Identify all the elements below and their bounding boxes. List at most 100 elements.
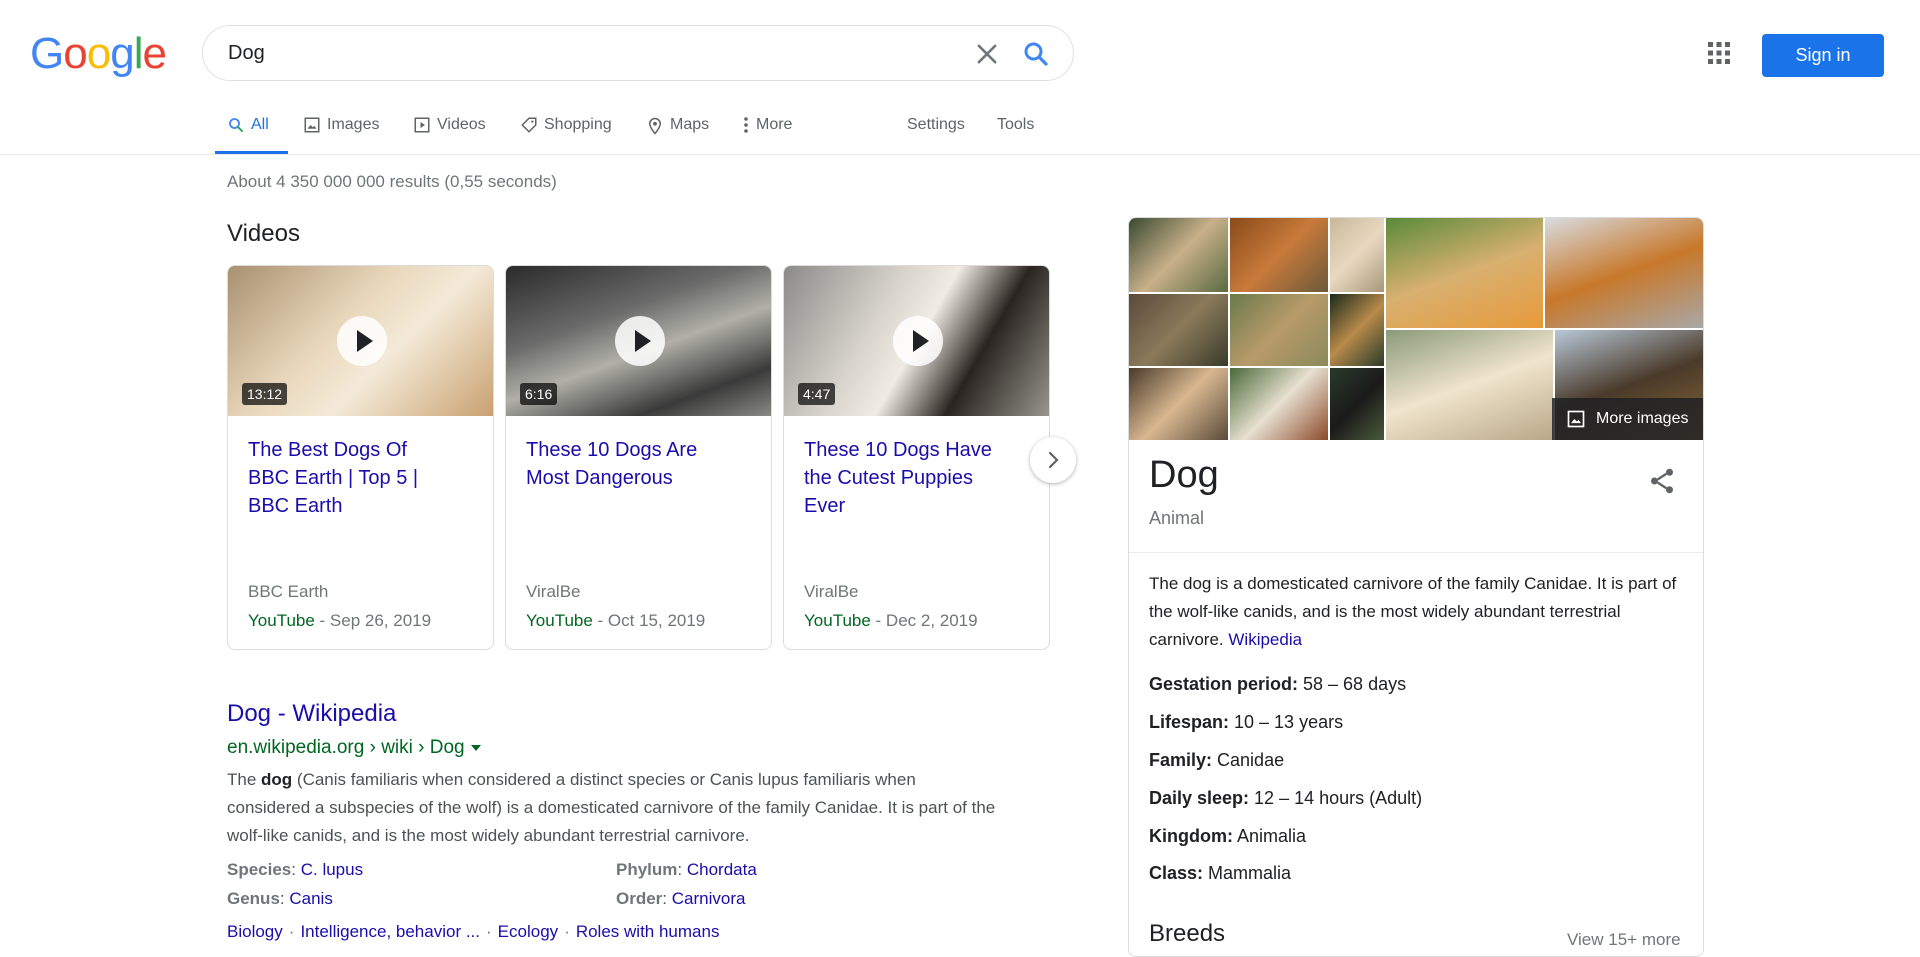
video-title[interactable]: These 10 Dogs Are Most Dangerous (526, 436, 726, 492)
link-separator: · (564, 922, 570, 941)
panel-fact: Family: Canidae (1149, 750, 1284, 771)
dog-image[interactable] (1129, 294, 1228, 366)
result-url[interactable]: en.wikipedia.org › wiki › Dog (227, 737, 482, 759)
video-card[interactable]: 6:16 These 10 Dogs Are Most Dangerous Vi… (505, 265, 772, 650)
snippet-pre: The (227, 770, 262, 789)
tab-maps[interactable]: Maps (646, 116, 709, 154)
tab-more-label: More (756, 116, 793, 133)
tab-more[interactable]: More (742, 116, 792, 154)
video-title[interactable]: The Best Dogs Of BBC Earth | Top 5 | BBC… (248, 436, 448, 520)
tab-images-label: Images (327, 116, 380, 133)
map-pin-icon (648, 117, 662, 135)
view-more-breeds-link[interactable]: View 15+ more (1567, 930, 1681, 950)
fact-value-link[interactable]: Chordata (687, 860, 757, 879)
panel-fact: Lifespan: 10 – 13 years (1149, 712, 1343, 733)
tab-settings-label: Settings (907, 116, 965, 133)
dog-image[interactable] (1230, 368, 1328, 440)
tab-tools-label: Tools (997, 116, 1035, 133)
play-icon[interactable] (615, 316, 665, 366)
sitelink[interactable]: Roles with humans (576, 922, 720, 941)
tab-settings[interactable]: Settings (907, 116, 965, 154)
panel-fact-label[interactable]: Gestation period: (1149, 674, 1298, 694)
panel-fact-value[interactable]: Canidae (1212, 750, 1284, 770)
video-card[interactable]: 13:12 The Best Dogs Of BBC Earth | Top 5… (227, 265, 494, 650)
panel-fact-label[interactable]: Class: (1149, 863, 1203, 883)
panel-divider (1129, 552, 1703, 553)
knowledge-panel: More images Dog Animal The dog is a dome… (1128, 217, 1704, 957)
panel-fact-value[interactable]: Animalia (1233, 826, 1306, 846)
play-icon[interactable] (337, 316, 387, 366)
video-card[interactable]: 4:47 These 10 Dogs Have the Cutest Puppi… (783, 265, 1050, 650)
caret-down-icon[interactable] (470, 743, 482, 753)
sign-in-button[interactable]: Sign in (1762, 34, 1884, 77)
videos-heading: Videos (227, 220, 300, 247)
video-duration: 13:12 (242, 383, 288, 405)
result-sitelinks: Biology · Intelligence, behavior ... · Ecolo… (227, 922, 719, 942)
link-separator: · (486, 922, 492, 941)
tab-tools[interactable]: Tools (997, 116, 1034, 154)
dog-image[interactable] (1129, 368, 1228, 440)
result-title-link[interactable]: Dog - Wikipedia (227, 700, 396, 728)
dog-image[interactable] (1230, 218, 1328, 292)
panel-fact-label[interactable]: Family: (1149, 750, 1212, 770)
next-videos-button[interactable] (1030, 437, 1076, 483)
dog-image[interactable] (1386, 218, 1543, 328)
panel-subtitle: Animal (1149, 508, 1205, 528)
apps-grid-icon[interactable] (1706, 40, 1732, 66)
google-logo[interactable]: Google (30, 32, 167, 76)
search-tabs: All Images Videos Shopping Maps More Set… (0, 104, 1920, 155)
tab-all[interactable]: All (227, 116, 269, 154)
dog-image[interactable] (1330, 368, 1384, 440)
dog-image[interactable] (1330, 294, 1384, 366)
dog-image[interactable] (1230, 294, 1328, 366)
video-meta: YouTube - Dec 2, 2019 (804, 611, 978, 631)
play-icon[interactable] (893, 316, 943, 366)
tab-images[interactable]: Images (303, 116, 379, 154)
image-icon (304, 117, 320, 133)
panel-description: The dog is a domesticated carnivore of t… (1149, 570, 1684, 654)
panel-fact: Gestation period: 58 – 68 days (1149, 674, 1406, 695)
search-icon[interactable] (1021, 39, 1051, 69)
search-box[interactable] (202, 25, 1074, 81)
video-source: BBC Earth (248, 582, 329, 601)
sitelink[interactable]: Intelligence, behavior ... (300, 922, 480, 941)
tab-all-label: All (251, 116, 269, 133)
dog-image[interactable] (1545, 218, 1703, 328)
fact-value-link[interactable]: C. lupus (301, 860, 363, 879)
panel-fact-label[interactable]: Lifespan: (1149, 712, 1229, 732)
video-date: Dec 2, 2019 (885, 611, 978, 630)
video-platform: YouTube (804, 611, 871, 630)
result-fact-order: Order: Carnivora (616, 889, 745, 909)
tab-videos-label: Videos (437, 116, 486, 133)
panel-fact: Daily sleep: 12 – 14 hours (Adult) (1149, 788, 1422, 809)
tab-maps-label: Maps (670, 116, 710, 133)
result-fact-genus: Genus: Canis (227, 889, 333, 909)
link-separator: · (288, 922, 295, 941)
more-images-button[interactable]: More images (1552, 398, 1703, 440)
sitelink[interactable]: Biology (227, 922, 283, 941)
panel-fact-value: 58 – 68 days (1298, 674, 1407, 694)
more-images-label: More images (1596, 410, 1689, 427)
fact-value-link[interactable]: Canis (289, 889, 332, 908)
clear-search-icon[interactable] (973, 40, 1001, 68)
wikipedia-link[interactable]: Wikipedia (1228, 630, 1302, 649)
share-icon[interactable] (1647, 466, 1677, 496)
dog-image[interactable] (1129, 218, 1228, 292)
tab-videos[interactable]: Videos (413, 116, 486, 154)
fact-separator: : (291, 860, 301, 879)
fact-value-link[interactable]: Carnivora (672, 889, 746, 908)
panel-fact-label[interactable]: Kingdom: (1149, 826, 1233, 846)
dog-image[interactable] (1330, 218, 1384, 292)
panel-fact-value[interactable]: Mammalia (1203, 863, 1291, 883)
tab-shopping[interactable]: Shopping (520, 116, 612, 154)
date-separator: - (870, 611, 886, 630)
video-duration: 6:16 (520, 383, 558, 405)
dog-image[interactable] (1386, 330, 1553, 440)
video-title[interactable]: These 10 Dogs Have the Cutest Puppies Ev… (804, 436, 1004, 520)
panel-fact-label[interactable]: Daily sleep: (1149, 788, 1249, 808)
video-meta: YouTube - Oct 15, 2019 (526, 611, 705, 631)
panel-title: Dog (1149, 454, 1219, 496)
search-input[interactable] (228, 40, 928, 66)
fact-label: Species (227, 860, 292, 879)
sitelink[interactable]: Ecology (498, 922, 558, 941)
